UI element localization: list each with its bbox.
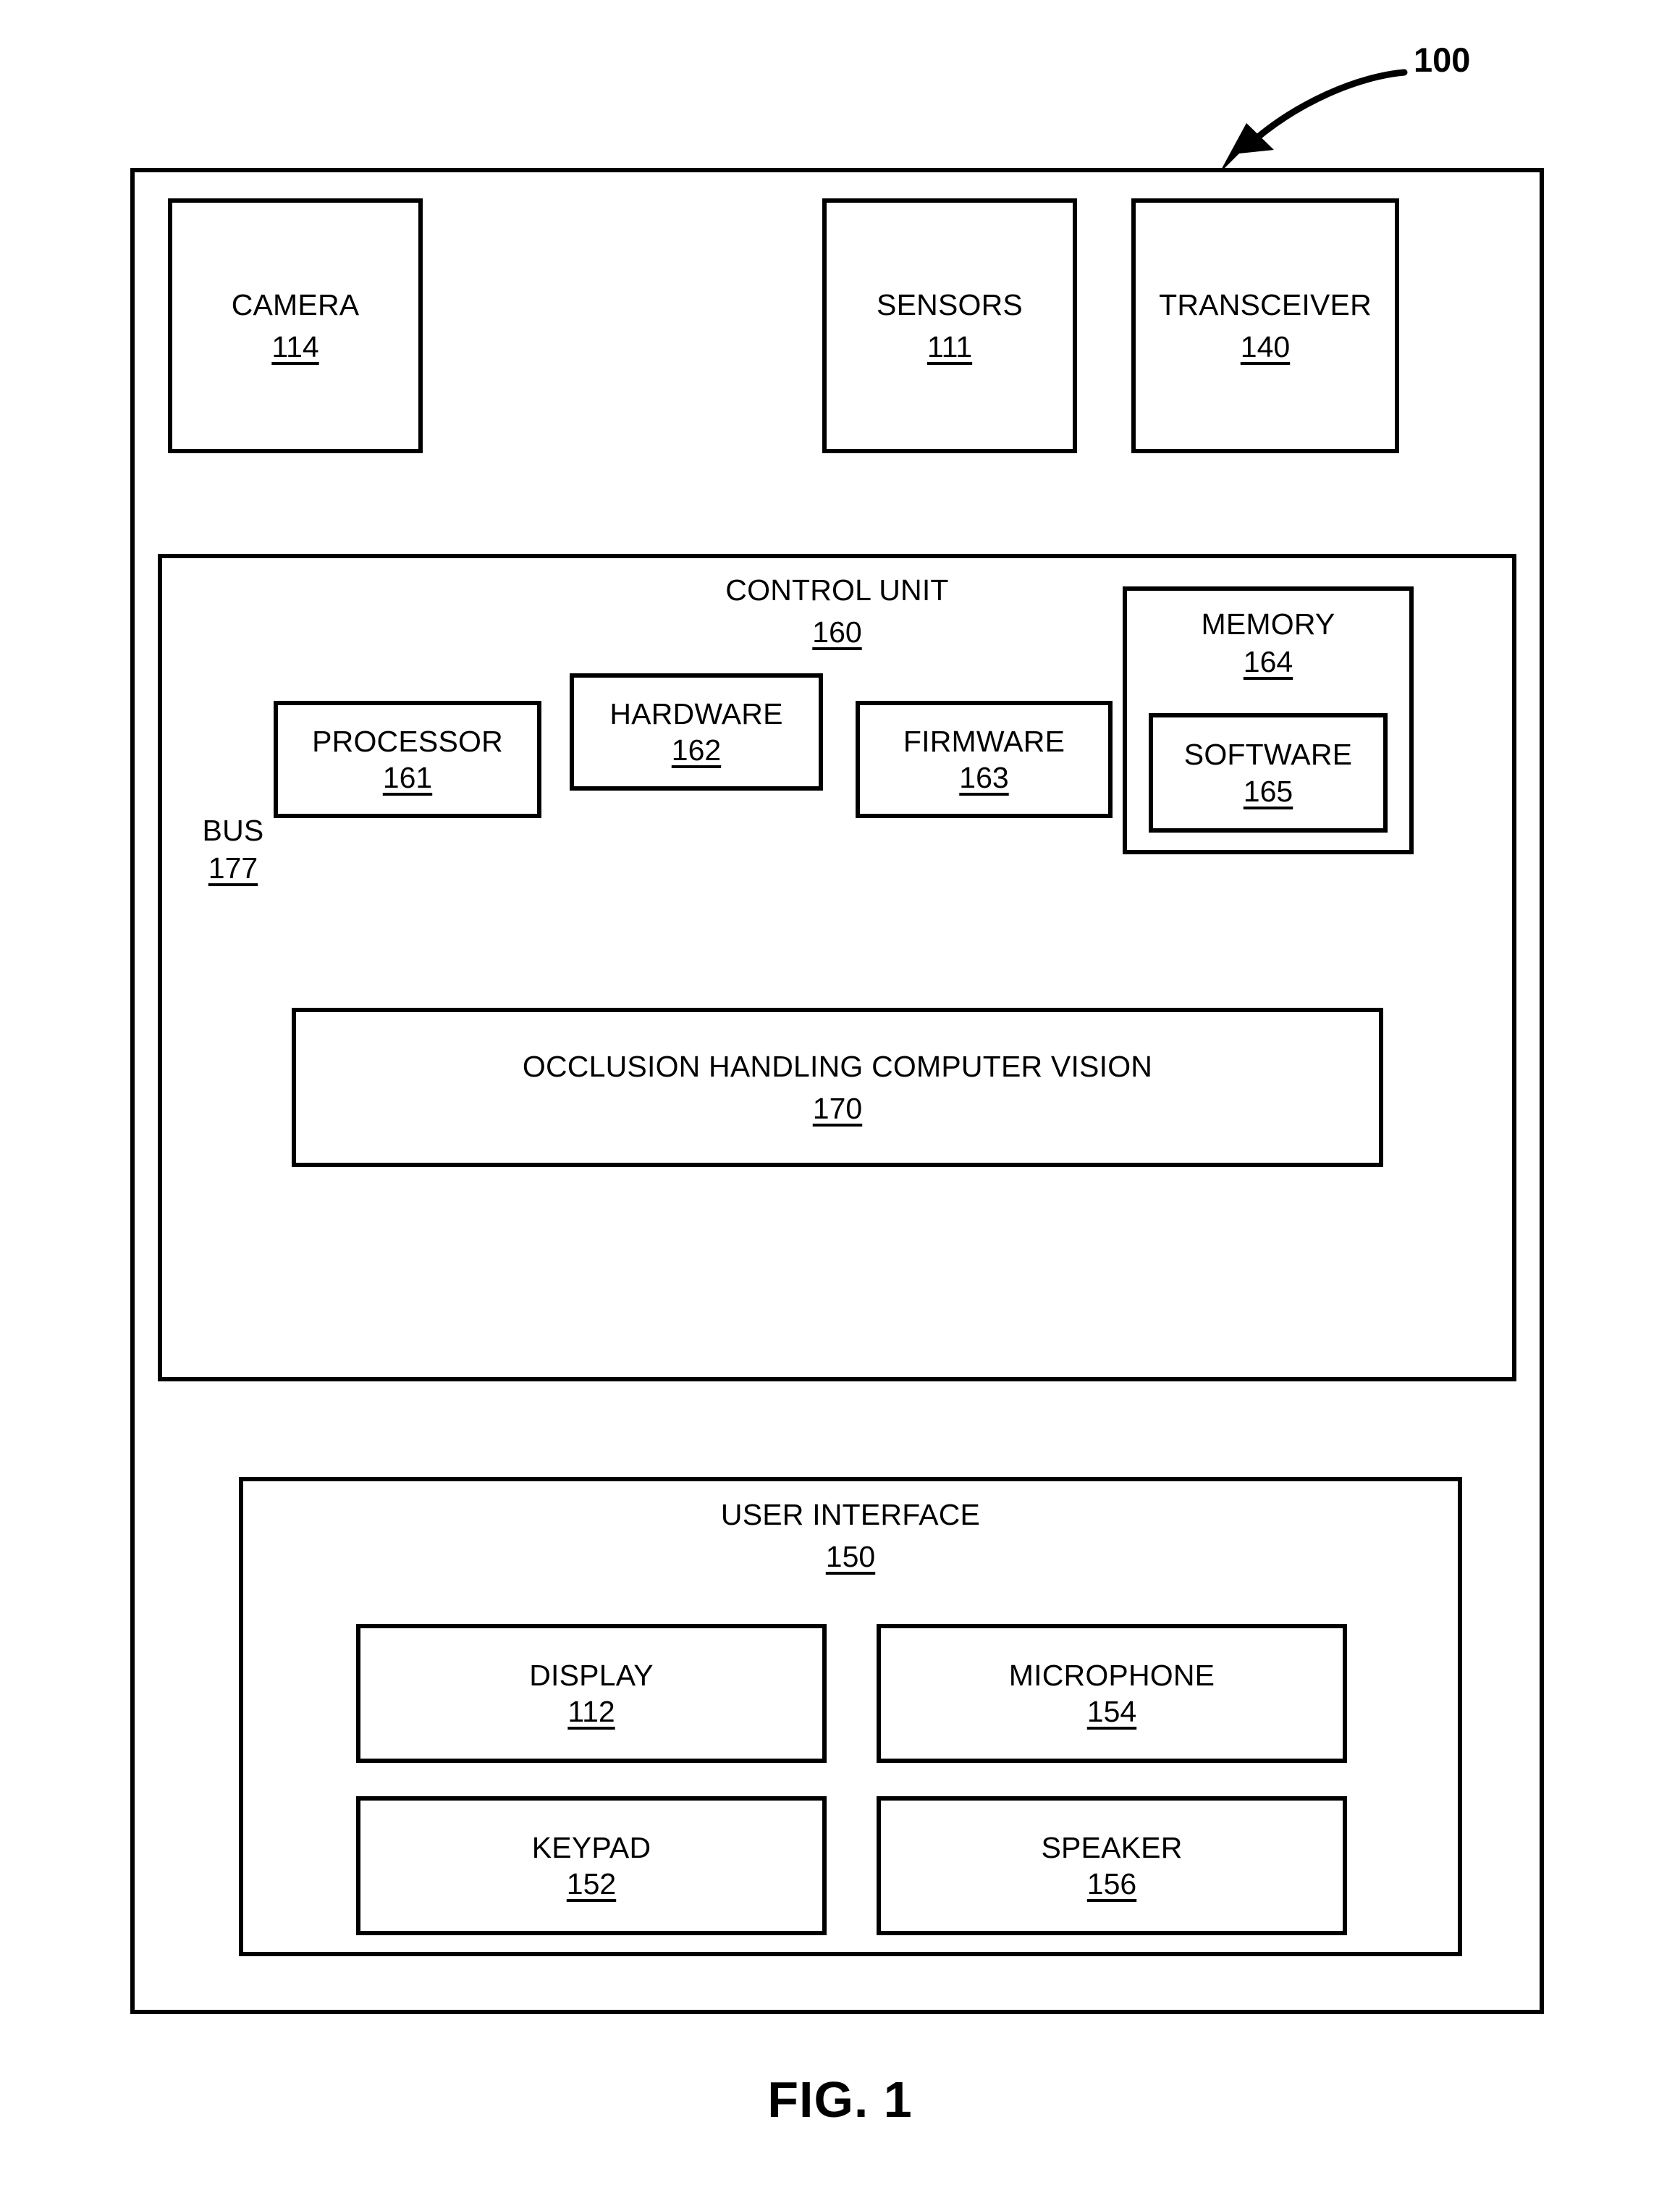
occlusion-module-number: 170: [812, 1092, 863, 1125]
firmware-label: FIRMWARE: [903, 724, 1065, 758]
speaker-number: 156: [1086, 1867, 1137, 1900]
bus-number: 177: [208, 851, 258, 885]
processor-label: PROCESSOR: [312, 724, 503, 758]
memory-number: 164: [1243, 645, 1293, 679]
leader-line-100: [1241, 69, 1408, 152]
software-box[interactable]: SOFTWARE 165: [1149, 713, 1388, 833]
keypad-label: KEYPAD: [531, 1830, 651, 1864]
sensors-number: 111: [926, 330, 973, 363]
user-interface-label: USER INTERFACE: [720, 1498, 981, 1531]
microphone-box[interactable]: MICROPHONE 154: [877, 1624, 1347, 1763]
control-unit-number: 160: [812, 615, 862, 649]
camera-label: CAMERA: [231, 287, 360, 321]
memory-label: MEMORY: [1201, 607, 1335, 641]
control-unit-label: CONTROL UNIT: [725, 573, 949, 607]
hardware-label: HARDWARE: [609, 696, 783, 731]
patent-figure: 100 CAMERA 114 SENSORS 111 TRANSCEIVER 1…: [0, 0, 1680, 2206]
sensors-label: SENSORS: [877, 287, 1023, 321]
transceiver-box[interactable]: TRANSCEIVER 140: [1131, 198, 1399, 453]
processor-box[interactable]: PROCESSOR 161: [274, 701, 541, 818]
display-box[interactable]: DISPLAY 112: [356, 1624, 827, 1763]
microphone-label: MICROPHONE: [1008, 1658, 1215, 1692]
hardware-number: 162: [671, 733, 722, 767]
software-label: SOFTWARE: [1183, 738, 1353, 772]
display-number: 112: [567, 1695, 615, 1728]
processor-number: 161: [382, 761, 433, 794]
transceiver-label: TRANSCEIVER: [1159, 287, 1372, 321]
firmware-number: 163: [959, 761, 1009, 794]
figure-caption: FIG. 1: [767, 2071, 913, 2128]
keypad-number: 152: [566, 1867, 617, 1900]
software-number: 165: [1243, 774, 1293, 808]
camera-number: 114: [271, 330, 319, 363]
display-label: DISPLAY: [529, 1658, 654, 1692]
user-interface-number: 150: [825, 1540, 876, 1574]
bus-label: BUS: [202, 814, 264, 847]
keypad-box[interactable]: KEYPAD 152: [356, 1796, 827, 1935]
bus-label-group: BUS 177: [168, 814, 298, 885]
hardware-box[interactable]: HARDWARE 162: [570, 673, 823, 791]
sensors-box[interactable]: SENSORS 111: [822, 198, 1077, 453]
occlusion-module-label: OCCLUSION HANDLING COMPUTER VISION: [522, 1049, 1153, 1083]
firmware-box[interactable]: FIRMWARE 163: [856, 701, 1113, 818]
transceiver-number: 140: [1240, 330, 1291, 363]
speaker-box[interactable]: SPEAKER 156: [877, 1796, 1347, 1935]
occlusion-handling-computer-vision-box[interactable]: OCCLUSION HANDLING COMPUTER VISION 170: [292, 1008, 1383, 1167]
camera-box[interactable]: CAMERA 114: [168, 198, 423, 453]
microphone-number: 154: [1086, 1695, 1137, 1728]
speaker-label: SPEAKER: [1041, 1830, 1183, 1864]
